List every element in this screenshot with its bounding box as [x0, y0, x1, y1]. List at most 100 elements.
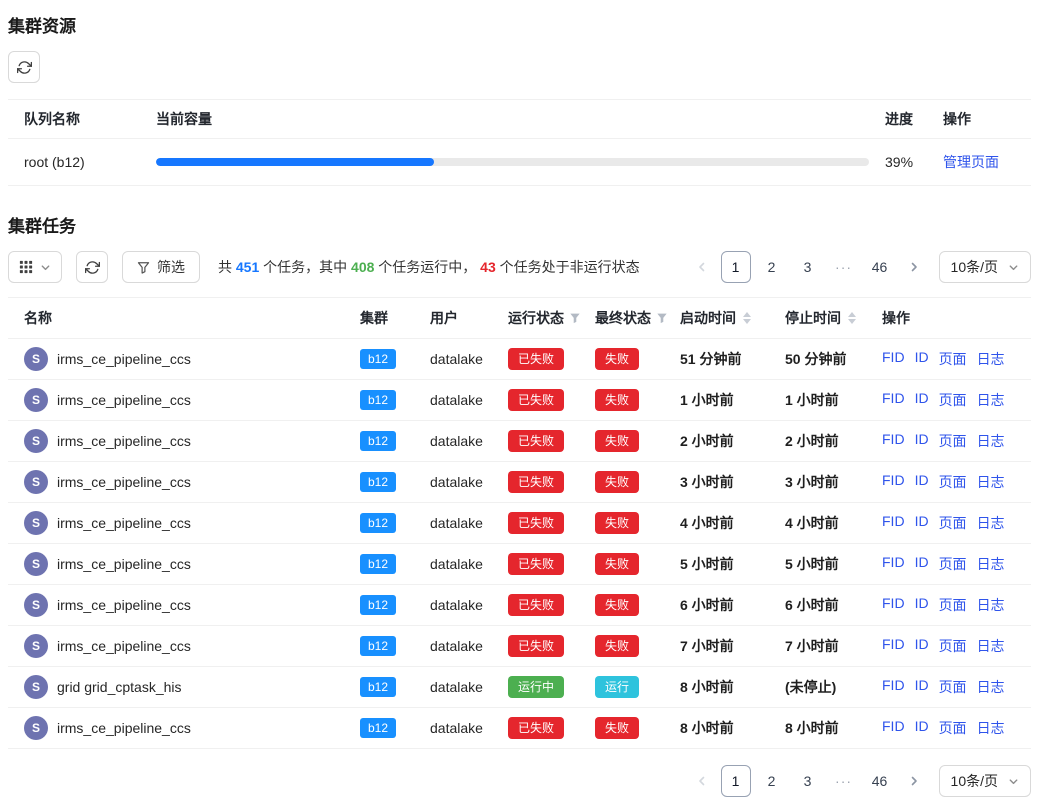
action-link-log[interactable]: 日志 — [977, 677, 1005, 697]
refresh-icon — [85, 260, 100, 275]
capacity-progress-fill — [156, 158, 434, 166]
page-size-select[interactable]: 10条/页 — [939, 251, 1031, 283]
action-link-page[interactable]: 页面 — [939, 431, 967, 451]
pagination-page-2[interactable]: 2 — [757, 251, 787, 283]
action-link-page[interactable]: 页面 — [939, 554, 967, 574]
action-link-fid[interactable]: FID — [882, 636, 905, 656]
cluster-badge: b12 — [360, 554, 396, 574]
action-link-log[interactable]: 日志 — [977, 513, 1005, 533]
table-row: Sgrid grid_cptask_hisb12datalake运行中运行8 小… — [8, 667, 1031, 708]
action-link-id[interactable]: ID — [915, 431, 929, 451]
action-link-log[interactable]: 日志 — [977, 472, 1005, 492]
start-time: 5 小时前 — [672, 544, 777, 585]
action-link-page[interactable]: 页面 — [939, 390, 967, 410]
pagination-page-1[interactable]: 1 — [721, 251, 751, 283]
column-header[interactable]: 启动时间 — [672, 298, 777, 339]
pagination-page-46[interactable]: 46 — [865, 765, 895, 797]
action-link-id[interactable]: ID — [915, 513, 929, 533]
action-link-fid[interactable]: FID — [882, 554, 905, 574]
filter-button[interactable]: 筛选 — [122, 251, 200, 283]
action-link-page[interactable]: 页面 — [939, 513, 967, 533]
action-link-log[interactable]: 日志 — [977, 431, 1005, 451]
resources-refresh-button[interactable] — [8, 51, 40, 83]
column-header-actions: 操作 — [935, 100, 1031, 139]
pagination-prev[interactable] — [689, 765, 715, 797]
action-link-id[interactable]: ID — [915, 472, 929, 492]
pagination-page-2[interactable]: 2 — [757, 765, 787, 797]
action-link-fid[interactable]: FID — [882, 349, 905, 369]
avatar: S — [24, 552, 48, 576]
task-name: irms_ce_pipeline_ccs — [57, 597, 191, 613]
final-status-badge: 失败 — [595, 512, 639, 534]
avatar: S — [24, 675, 48, 699]
pagination-page-1[interactable]: 1 — [721, 765, 751, 797]
page-size-select[interactable]: 10条/页 — [939, 765, 1031, 797]
action-link-page[interactable]: 页面 — [939, 677, 967, 697]
cluster-tasks-title: 集群任务 — [8, 212, 1031, 237]
task-user: datalake — [422, 708, 500, 749]
sort-icon[interactable] — [846, 310, 858, 326]
action-link-log[interactable]: 日志 — [977, 636, 1005, 656]
pagination-page-3[interactable]: 3 — [793, 251, 823, 283]
column-header[interactable]: 停止时间 — [777, 298, 874, 339]
task-user: datalake — [422, 462, 500, 503]
task-name: irms_ce_pipeline_ccs — [57, 556, 191, 572]
action-link-id[interactable]: ID — [915, 595, 929, 615]
column-label: 停止时间 — [785, 308, 841, 328]
tasks-refresh-button[interactable] — [76, 251, 108, 283]
column-header[interactable]: 运行状态 — [500, 298, 587, 339]
run-status-badge: 已失败 — [508, 389, 564, 411]
row-actions: FID ID 页面日志 — [882, 472, 1023, 492]
pagination-ellipsis[interactable]: ··· — [829, 765, 859, 797]
pagination-next[interactable] — [901, 251, 927, 283]
cluster-resources-title: 集群资源 — [8, 12, 1031, 37]
action-link-fid[interactable]: FID — [882, 677, 905, 697]
tasks-header-row: 名称集群用户运行状态最终状态启动时间停止时间操作 — [8, 298, 1031, 339]
action-link-fid[interactable]: FID — [882, 431, 905, 451]
pagination-next[interactable] — [901, 765, 927, 797]
pagination-page-46[interactable]: 46 — [865, 251, 895, 283]
action-link-log[interactable]: 日志 — [977, 349, 1005, 369]
final-status-badge: 失败 — [595, 389, 639, 411]
table-row: Sirms_ce_pipeline_ccsb12datalake已失败失败5 小… — [8, 544, 1031, 585]
action-link-id[interactable]: ID — [915, 390, 929, 410]
pagination-ellipsis[interactable]: ··· — [829, 251, 859, 283]
action-link-log[interactable]: 日志 — [977, 390, 1005, 410]
action-link-id[interactable]: ID — [915, 718, 929, 738]
pagination-prev[interactable] — [689, 251, 715, 283]
action-link-fid[interactable]: FID — [882, 513, 905, 533]
action-link-log[interactable]: 日志 — [977, 554, 1005, 574]
progress-percent: 39% — [877, 139, 935, 186]
action-link-page[interactable]: 页面 — [939, 349, 967, 369]
action-link-id[interactable]: ID — [915, 554, 929, 574]
action-link-page[interactable]: 页面 — [939, 636, 967, 656]
filter-icon[interactable] — [569, 312, 581, 324]
manage-page-link[interactable]: 管理页面 — [943, 154, 999, 170]
action-link-page[interactable]: 页面 — [939, 718, 967, 738]
cluster-tasks-table: 名称集群用户运行状态最终状态启动时间停止时间操作 Sirms_ce_pipeli… — [8, 297, 1031, 749]
column-header[interactable]: 最终状态 — [587, 298, 672, 339]
action-link-fid[interactable]: FID — [882, 390, 905, 410]
action-link-id[interactable]: ID — [915, 349, 929, 369]
start-time: 8 小时前 — [672, 708, 777, 749]
action-link-fid[interactable]: FID — [882, 472, 905, 492]
sort-icon[interactable] — [741, 310, 753, 326]
row-actions: FID ID 页面日志 — [882, 677, 1023, 697]
action-link-id[interactable]: ID — [915, 677, 929, 697]
action-link-fid[interactable]: FID — [882, 718, 905, 738]
action-link-page[interactable]: 页面 — [939, 595, 967, 615]
task-count: 408 — [351, 259, 374, 275]
action-link-page[interactable]: 页面 — [939, 472, 967, 492]
column-settings-button[interactable] — [8, 251, 62, 283]
action-link-log[interactable]: 日志 — [977, 718, 1005, 738]
table-row: Sirms_ce_pipeline_ccsb12datalake已失败失败8 小… — [8, 708, 1031, 749]
action-link-id[interactable]: ID — [915, 636, 929, 656]
pagination-page-3[interactable]: 3 — [793, 765, 823, 797]
action-link-fid[interactable]: FID — [882, 595, 905, 615]
table-row: Sirms_ce_pipeline_ccsb12datalake已失败失败3 小… — [8, 462, 1031, 503]
filter-icon[interactable] — [656, 312, 668, 324]
cluster-badge: b12 — [360, 349, 396, 369]
row-actions: FID ID 页面日志 — [882, 349, 1023, 369]
start-time: 7 小时前 — [672, 626, 777, 667]
action-link-log[interactable]: 日志 — [977, 595, 1005, 615]
